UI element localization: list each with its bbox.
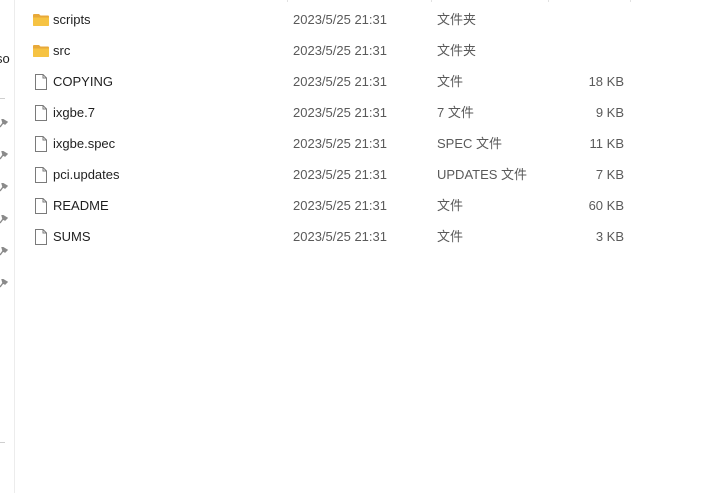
pin-icon[interactable] — [0, 279, 9, 288]
file-type: 文件 — [437, 198, 464, 213]
nav-item-label[interactable]: so — [0, 51, 10, 66]
file-type: 文件 — [437, 229, 464, 244]
file-size: 11 KB — [589, 136, 624, 151]
file-name[interactable]: src — [53, 43, 70, 59]
file-row[interactable]: COPYING 2023/5/25 21:31 文件 18 KB — [14, 67, 718, 98]
file-row[interactable]: ixgbe.7 2023/5/25 21:31 7 文件 9 KB — [14, 98, 718, 129]
file-type: 文件夹 — [437, 12, 477, 27]
file-icon — [35, 105, 47, 121]
file-row[interactable]: README 2023/5/25 21:31 文件 60 KB — [14, 191, 718, 222]
file-name[interactable]: scripts — [53, 12, 91, 28]
column-separator[interactable] — [287, 0, 288, 2]
pin-icon[interactable] — [0, 215, 9, 224]
file-name[interactable]: pci.updates — [53, 167, 120, 183]
file-row[interactable]: src 2023/5/25 21:31 文件夹 — [14, 36, 718, 67]
file-size: 18 KB — [588, 74, 624, 89]
file-date: 2023/5/25 21:31 — [293, 43, 387, 58]
file-name[interactable]: SUMS — [53, 229, 91, 245]
file-icon — [35, 198, 47, 214]
pin-icon[interactable] — [0, 151, 9, 160]
file-size: 3 KB — [595, 229, 624, 244]
file-name[interactable]: COPYING — [53, 74, 113, 90]
file-icon — [35, 167, 47, 183]
file-icon — [35, 229, 47, 245]
file-row[interactable]: scripts 2023/5/25 21:31 文件夹 — [14, 5, 718, 36]
column-separator[interactable] — [548, 0, 549, 2]
file-date: 2023/5/25 21:31 — [293, 167, 387, 182]
column-separator[interactable] — [630, 0, 631, 2]
file-date: 2023/5/25 21:31 — [293, 12, 387, 27]
file-row[interactable]: ixgbe.spec 2023/5/25 21:31 SPEC 文件 11 KB — [14, 129, 718, 160]
folder-icon — [33, 14, 49, 26]
file-list: scripts 2023/5/25 21:31 文件夹 src 2023/5/2… — [14, 5, 718, 253]
file-size: 7 KB — [595, 167, 624, 182]
file-date: 2023/5/25 21:31 — [293, 198, 387, 213]
file-date: 2023/5/25 21:31 — [293, 105, 387, 120]
file-name[interactable]: ixgbe.7 — [53, 105, 95, 121]
pin-icon[interactable] — [0, 247, 9, 256]
file-row[interactable]: pci.updates 2023/5/25 21:31 UPDATES 文件 7… — [14, 160, 718, 191]
nav-divider — [0, 442, 5, 443]
file-icon — [35, 136, 47, 152]
file-size: 60 KB — [588, 198, 624, 213]
pin-icon[interactable] — [0, 183, 9, 192]
file-name[interactable]: ixgbe.spec — [53, 136, 115, 152]
file-size: 9 KB — [595, 105, 624, 120]
column-separator[interactable] — [431, 0, 432, 2]
file-name[interactable]: README — [53, 198, 109, 214]
file-type: UPDATES 文件 — [437, 167, 528, 182]
file-date: 2023/5/25 21:31 — [293, 74, 387, 89]
file-date: 2023/5/25 21:31 — [293, 229, 387, 244]
file-type: 文件夹 — [437, 43, 477, 58]
file-date: 2023/5/25 21:31 — [293, 136, 387, 151]
file-icon — [35, 74, 47, 90]
file-type: 7 文件 — [437, 105, 474, 120]
folder-icon — [33, 45, 49, 57]
navigation-pane[interactable]: so — [0, 0, 15, 493]
nav-divider — [0, 98, 5, 99]
pin-icon[interactable] — [0, 119, 9, 128]
file-row[interactable]: SUMS 2023/5/25 21:31 文件 3 KB — [14, 222, 718, 253]
file-type: SPEC 文件 — [437, 136, 503, 151]
file-type: 文件 — [437, 74, 464, 89]
